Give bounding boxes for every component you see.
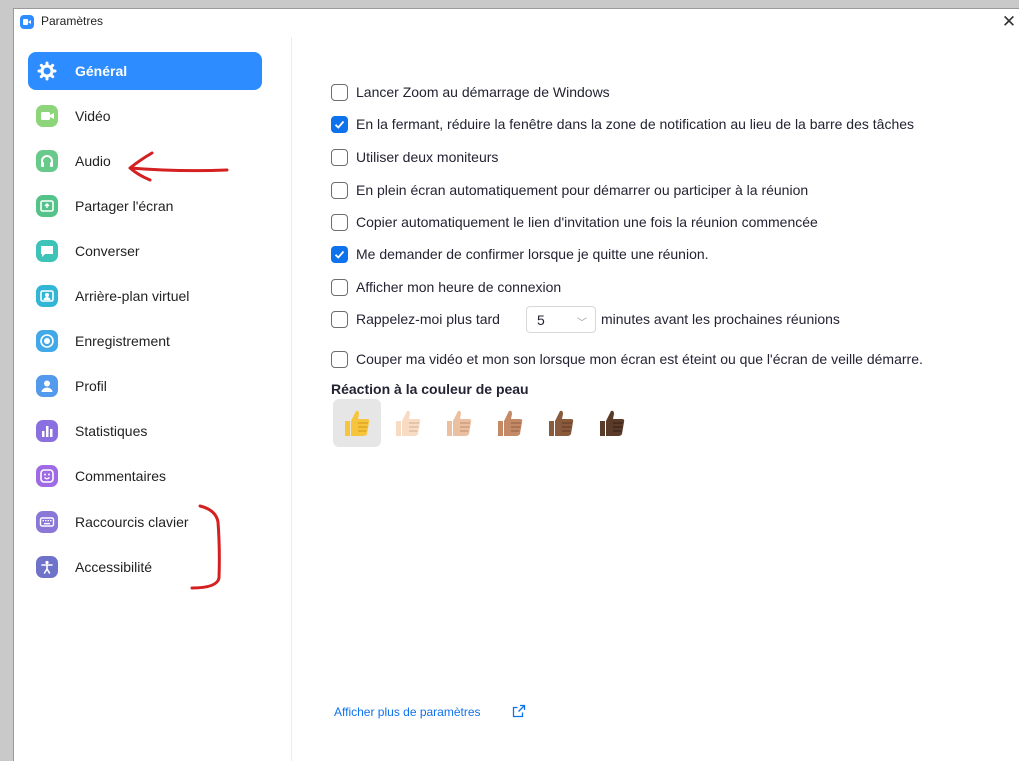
sidebar-item-accessibility[interactable]: Accessibilité: [28, 548, 262, 586]
sidebar-item-label: Commentaires: [75, 468, 167, 484]
statistics-icon: [36, 420, 58, 442]
checkbox[interactable]: [331, 214, 348, 231]
virtual-background-icon: [36, 285, 58, 307]
thumbs-up-icon: [549, 410, 574, 436]
skin-tone-option[interactable]: [435, 399, 483, 447]
skin-tone-option[interactable]: [333, 399, 381, 447]
option-label: Copier automatiquement le lien d'invitat…: [356, 214, 818, 230]
option-label: Rappelez-moi plus tard: [356, 311, 500, 327]
sidebar-item-label: Général: [75, 63, 128, 79]
skin-tone-option[interactable]: [384, 399, 432, 447]
desktop-background-top: [0, 0, 1019, 8]
checkmark-icon: [334, 120, 345, 129]
checkmark-icon: [334, 250, 345, 259]
feedback-smiley-icon: [36, 465, 58, 487]
chat-bubble-icon: [36, 240, 58, 262]
skin-tone-option[interactable]: [537, 399, 585, 447]
chevron-down-icon: ﹀: [577, 318, 587, 329]
settings-sidebar: Général Vidéo Audio Partager l'écran Con…: [14, 37, 292, 761]
sidebar-item-label: Converser: [75, 243, 140, 259]
sidebar-item-feedback[interactable]: Commentaires: [28, 457, 262, 495]
sidebar-item-label: Raccourcis clavier: [75, 514, 189, 530]
sidebar-item-share-screen[interactable]: Partager l'écran: [28, 187, 262, 225]
settings-window: Paramètres ✕ Général Vidéo Audio Partage…: [13, 8, 1019, 761]
thumbs-up-icon: [600, 410, 625, 436]
option-label: Me demander de confirmer lorsque je quit…: [356, 246, 709, 262]
sidebar-item-label: Profil: [75, 378, 107, 394]
thumbs-up-icon: [498, 410, 523, 436]
option-label: En la fermant, réduire la fenêtre dans l…: [356, 116, 915, 132]
select-value: 5: [537, 312, 545, 328]
general-settings-panel: Lancer Zoom au démarrage de Windows En l…: [293, 37, 1019, 761]
option-label-suffix: minutes avant les prochaines réunions: [601, 311, 840, 327]
sidebar-item-label: Audio: [75, 153, 111, 169]
checkbox-checked[interactable]: [331, 116, 348, 133]
checkbox-checked[interactable]: [331, 246, 348, 263]
thumbs-up-icon: [396, 410, 421, 436]
sidebar-item-audio[interactable]: Audio: [28, 142, 262, 180]
keyboard-icon: [36, 511, 58, 533]
checkbox[interactable]: [331, 351, 348, 368]
accessibility-icon: [36, 556, 58, 578]
sidebar-item-virtual-background[interactable]: Arrière-plan virtuel: [28, 277, 262, 315]
share-screen-icon: [36, 195, 58, 217]
sidebar-item-statistics[interactable]: Statistiques: [28, 412, 262, 450]
sidebar-item-label: Enregistrement: [75, 333, 170, 349]
checkbox[interactable]: [331, 84, 348, 101]
window-title: Paramètres: [41, 14, 104, 28]
checkbox[interactable]: [331, 311, 348, 328]
sidebar-item-general[interactable]: Général: [28, 52, 262, 90]
thumbs-up-icon: [345, 410, 370, 436]
sidebar-item-label: Statistiques: [75, 423, 148, 439]
profile-icon: [36, 375, 58, 397]
thumbs-up-icon: [447, 410, 472, 436]
headphones-icon: [36, 150, 58, 172]
checkbox[interactable]: [331, 149, 348, 166]
checkbox[interactable]: [331, 279, 348, 296]
sidebar-item-chat[interactable]: Converser: [28, 232, 262, 270]
sidebar-item-label: Vidéo: [75, 108, 111, 124]
more-settings-link[interactable]: Afficher plus de paramètres: [334, 705, 481, 719]
sidebar-item-recording[interactable]: Enregistrement: [28, 322, 262, 360]
sidebar-item-keyboard-shortcuts[interactable]: Raccourcis clavier: [28, 503, 262, 541]
option-label: Utiliser deux moniteurs: [356, 149, 499, 165]
sidebar-item-label: Accessibilité: [75, 559, 153, 575]
sidebar-item-label: Partager l'écran: [75, 198, 174, 214]
sidebar-item-label: Arrière-plan virtuel: [75, 288, 190, 304]
gear-icon: [36, 60, 58, 82]
video-camera-icon: [36, 105, 58, 127]
external-link-icon[interactable]: [511, 703, 527, 719]
sidebar-item-profile[interactable]: Profil: [28, 367, 262, 405]
zoom-app-icon: [20, 15, 34, 29]
option-label: Afficher mon heure de connexion: [356, 279, 562, 295]
reminder-minutes-select[interactable]: 5 ﹀: [526, 306, 596, 333]
record-icon: [36, 330, 58, 352]
skin-tone-option[interactable]: [588, 399, 636, 447]
option-label: Couper ma vidéo et mon son lorsque mon é…: [356, 351, 923, 367]
skin-tone-option[interactable]: [486, 399, 534, 447]
option-label: En plein écran automatiquement pour déma…: [356, 182, 809, 198]
option-label: Lancer Zoom au démarrage de Windows: [356, 84, 610, 100]
title-bar: Paramètres ✕: [14, 9, 1019, 37]
desktop-background-left: [0, 0, 13, 761]
checkbox[interactable]: [331, 182, 348, 199]
close-button[interactable]: ✕: [998, 11, 1019, 33]
skin-tone-heading: Réaction à la couleur de peau: [331, 381, 529, 397]
sidebar-item-video[interactable]: Vidéo: [28, 97, 262, 135]
